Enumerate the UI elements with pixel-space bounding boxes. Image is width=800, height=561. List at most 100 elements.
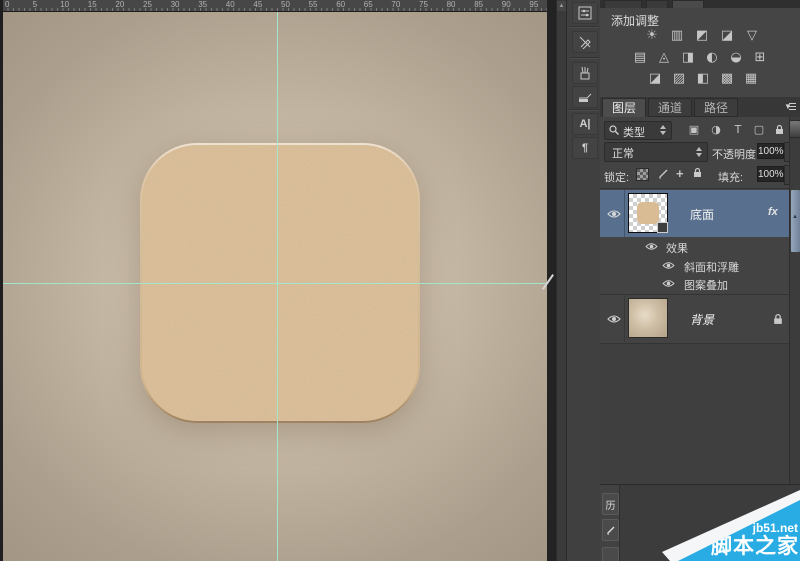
ruler-label: 40 <box>226 0 235 10</box>
scrollbar-thumb[interactable] <box>791 190 800 252</box>
adjustment-color-lookup-icon[interactable]: ⊞ <box>751 50 769 65</box>
type-layer-filter-icon[interactable]: T <box>730 122 746 137</box>
clone-source-strip-icon[interactable] <box>572 86 598 108</box>
adjustment-curves-icon[interactable]: ◩ <box>693 28 711 43</box>
layer-filter-toggle[interactable] <box>789 120 800 138</box>
adjustment-black-white-icon[interactable]: ◨ <box>679 50 697 65</box>
tab-channels[interactable]: 通道 <box>648 98 692 117</box>
layer-row-background[interactable]: 背景 <box>600 295 789 342</box>
fill-value[interactable]: 100% <box>757 166 784 182</box>
layer-fx-badge[interactable]: fx <box>768 206 778 218</box>
collapsed-panel-dock: A| ¶ <box>566 0 601 561</box>
pixel-layer-filter-icon[interactable]: ▣ <box>686 122 702 137</box>
layer-thumbnail[interactable] <box>628 193 668 233</box>
layer-name[interactable]: 底面 <box>690 206 714 223</box>
effects-header-row[interactable]: 效果 <box>600 238 789 256</box>
dock-separator <box>569 109 599 110</box>
brush-presets-strip-icon[interactable] <box>572 62 598 84</box>
layer-thumbnail[interactable] <box>628 298 668 338</box>
adjustment-layer-filter-icon[interactable]: ◑ <box>708 122 724 137</box>
paragraph-panel-glyph: ¶ <box>582 142 588 154</box>
adjustments-panel-title: 添加调整 <box>611 12 659 29</box>
select-arrows-icon <box>660 125 667 135</box>
adjustments-strip-glyph <box>578 6 592 20</box>
lock-label: 锁定: <box>604 169 629 185</box>
dock-separator <box>569 26 599 27</box>
opacity-value[interactable]: 100% <box>757 143 784 159</box>
panel-menu-icon[interactable]: ▼ <box>780 101 796 113</box>
effect-bevel-emboss-label[interactable]: 斜面和浮雕 <box>684 259 739 275</box>
effect-visibility-toggle[interactable] <box>662 279 675 288</box>
ruler-label: 5 <box>33 0 37 10</box>
effect-bevel-emboss-row[interactable]: 斜面和浮雕 <box>600 257 789 275</box>
layer-filter-type-select[interactable]: 类型 <box>604 121 672 140</box>
vertical-guide[interactable] <box>277 12 278 561</box>
ruler-label: 35 <box>198 0 207 10</box>
document-canvas[interactable] <box>3 12 547 561</box>
layer-visibility-toggle[interactable] <box>603 295 625 342</box>
ruler-label: 20 <box>115 0 124 10</box>
eye-icon <box>607 209 621 219</box>
layer-row-bottom-face[interactable]: 底面 fx <box>600 190 789 237</box>
horizontal-ruler[interactable]: 0 5 10 15 20 25 30 35 40 45 50 55 60 65 … <box>3 0 547 12</box>
adjustment-vibrance-icon[interactable]: ▽ <box>743 28 761 43</box>
adjustment-threshold-icon[interactable]: ◧ <box>694 71 712 86</box>
layer-visibility-toggle[interactable] <box>603 190 625 237</box>
ruler-label: 65 <box>364 0 373 10</box>
paragraph-panel-strip-icon[interactable]: ¶ <box>572 137 598 159</box>
thumbnail-corner-badge <box>657 222 668 233</box>
adjustment-posterize-icon[interactable]: ▨ <box>670 71 688 86</box>
background-lock-icon <box>773 313 783 325</box>
history-panel-icon[interactable]: 历 <box>602 493 619 515</box>
lock-icon <box>775 124 784 135</box>
scrollbar-up-arrow-icon[interactable]: ▲ <box>557 1 566 11</box>
blend-mode-value: 正常 <box>612 145 634 161</box>
character-panel-strip-icon[interactable]: A| <box>572 113 598 135</box>
ruler-label: 90 <box>502 0 511 10</box>
lock-position-icon[interactable]: + <box>676 167 684 180</box>
brush-icon <box>656 167 670 181</box>
adjustment-exposure-icon[interactable]: ◪ <box>718 28 736 43</box>
adjustment-brightness-contrast-icon[interactable]: ☀ <box>643 28 661 43</box>
adjustment-selective-color-icon[interactable]: ▦ <box>742 71 760 86</box>
blend-mode-select[interactable]: 正常 <box>604 142 708 162</box>
horizontal-guide[interactable] <box>3 283 547 284</box>
thumbnail-rounded-square <box>637 202 659 224</box>
ruler-label: 30 <box>171 0 180 10</box>
effect-pattern-overlay-row[interactable]: 图案叠加 <box>600 275 789 293</box>
adjustment-color-balance-icon[interactable]: ◬ <box>655 50 673 65</box>
adjustment-levels-icon[interactable]: ▥ <box>668 28 686 43</box>
adjustment-channel-mixer-icon[interactable]: ◒ <box>727 50 745 65</box>
smart-object-filter-icon[interactable] <box>771 122 787 137</box>
lock-transparency-icon[interactable] <box>636 168 649 181</box>
layers-panel-scrollbar[interactable] <box>789 117 800 484</box>
watermark: jb51.net 脚本之家 <box>660 485 800 561</box>
ruler-label: 95 <box>529 0 538 10</box>
adjustments-strip-icon[interactable] <box>572 2 598 24</box>
effect-visibility-toggle[interactable] <box>662 261 675 270</box>
tab-paths[interactable]: 路径 <box>694 98 738 117</box>
styles-strip-glyph <box>578 35 592 49</box>
adjustment-invert-icon[interactable]: ◪ <box>646 71 664 86</box>
effect-pattern-overlay-label[interactable]: 图案叠加 <box>684 277 728 293</box>
ruler-label: 55 <box>309 0 318 10</box>
effects-visibility-toggle[interactable] <box>645 242 658 251</box>
tab-layers[interactable]: 图层 <box>602 98 646 117</box>
cropped-panel-icon[interactable] <box>602 547 619 561</box>
art-history-brush-icon[interactable] <box>602 519 619 541</box>
ruler-label: 50 <box>281 0 290 10</box>
ruler-label: 85 <box>474 0 483 10</box>
brush-icon <box>605 525 616 536</box>
shape-layer-filter-icon[interactable]: ▢ <box>751 122 767 137</box>
adjustment-photo-filter-icon[interactable]: ◐ <box>703 50 721 65</box>
ruler-label: 10 <box>60 0 69 10</box>
adjustment-gradient-map-icon[interactable]: ▩ <box>718 71 736 86</box>
styles-strip-icon[interactable] <box>572 31 598 53</box>
effects-header-label[interactable]: 效果 <box>666 240 688 256</box>
history-dock-strip: 历 <box>600 485 620 561</box>
eye-icon <box>662 261 675 270</box>
adjustment-hue-saturation-icon[interactable]: ▤ <box>631 50 649 65</box>
lock-image-brush-icon[interactable] <box>656 167 670 181</box>
layer-name[interactable]: 背景 <box>690 311 714 328</box>
lock-all-icon[interactable] <box>693 167 702 178</box>
